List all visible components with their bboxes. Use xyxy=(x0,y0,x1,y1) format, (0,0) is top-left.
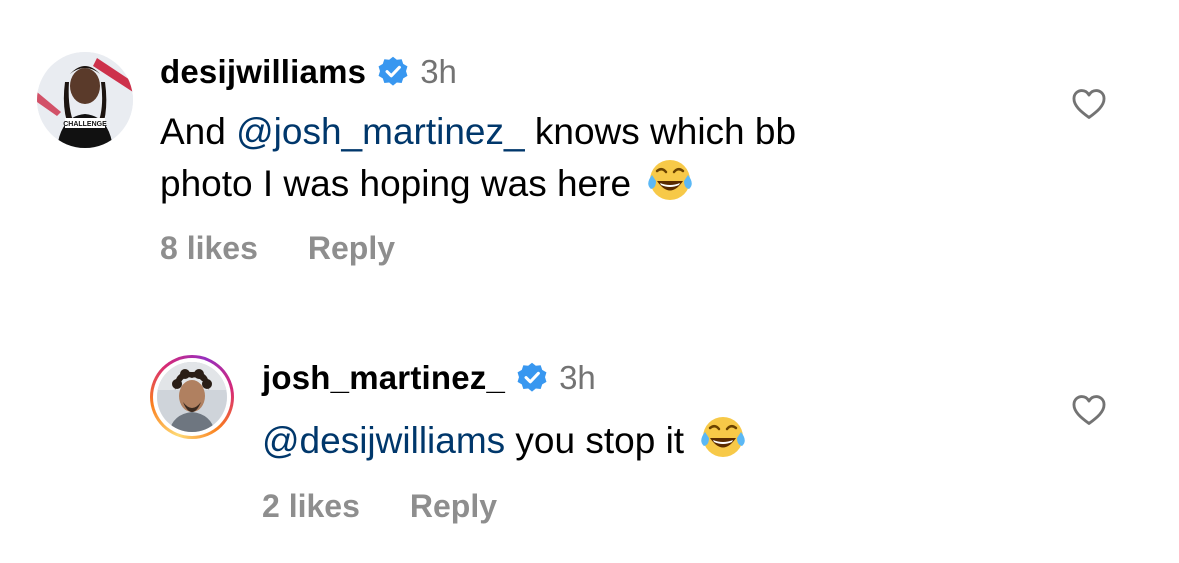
comment-text: @desijwilliams you stop it xyxy=(262,413,1022,465)
comment-text-line2: photo I was hoping was here xyxy=(160,163,632,204)
mention-link[interactable]: @desijwilliams xyxy=(262,420,505,461)
likes-count[interactable]: 2 likes xyxy=(262,488,360,524)
avatar-desijwilliams[interactable]: CHALLENGE xyxy=(37,52,133,148)
timestamp: 3h xyxy=(420,53,457,90)
comment-meta: 2 likes Reply xyxy=(262,488,497,525)
username-link[interactable]: desijwilliams xyxy=(160,53,366,91)
comment-text-rest: you stop it xyxy=(505,420,685,461)
comment-meta: 8 likes Reply xyxy=(160,230,395,267)
comment-text-prefix: And xyxy=(160,111,237,152)
verified-badge-icon xyxy=(515,361,549,395)
comment-text-line1: knows which bb xyxy=(524,111,797,152)
reply-button[interactable]: Reply xyxy=(308,230,395,266)
reply-button[interactable]: Reply xyxy=(410,488,497,524)
mention-link[interactable]: @josh_martinez_ xyxy=(236,111,524,152)
laughing-tears-emoji-icon xyxy=(700,413,746,459)
avatar-josh-martinez[interactable] xyxy=(157,362,227,432)
verified-badge-icon xyxy=(376,55,410,89)
likes-count[interactable]: 8 likes xyxy=(160,230,258,266)
timestamp: 3h xyxy=(559,359,596,396)
heart-outline-icon[interactable] xyxy=(1070,85,1108,123)
comment-header: desijwilliams 3h xyxy=(160,52,457,92)
laughing-tears-emoji-icon xyxy=(647,156,693,202)
username-link[interactable]: josh_martinez_ xyxy=(262,359,505,397)
comment-header: josh_martinez_ 3h xyxy=(262,358,596,398)
heart-outline-icon[interactable] xyxy=(1070,391,1108,429)
avatar-badge-text: CHALLENGE xyxy=(63,121,107,128)
comment-text: And @josh_martinez_ knows which bb photo… xyxy=(160,107,1020,208)
